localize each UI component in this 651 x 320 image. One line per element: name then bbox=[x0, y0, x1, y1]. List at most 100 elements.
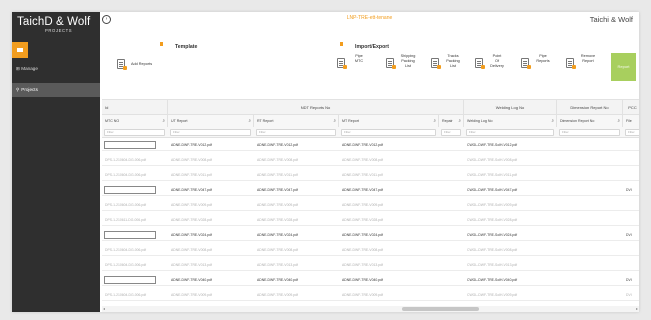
document-icon bbox=[431, 58, 441, 69]
table-cell-file bbox=[623, 214, 639, 226]
table-cell-dimension-report-no bbox=[557, 289, 623, 301]
mtc-no-input-box[interactable] bbox=[104, 276, 156, 284]
column-header-label: UT Report bbox=[171, 119, 188, 123]
table-cell-rt-report: ADNE-DWF-TRE-V013.pdf bbox=[257, 263, 298, 267]
brand-subtitle: PROJECTS bbox=[45, 28, 73, 33]
column-search-icon[interactable]: ⌕ bbox=[551, 115, 554, 127]
table-cell-ut-report: ADNE-DWF-TRE-V013.pdf bbox=[171, 263, 212, 267]
import-export-section-title: Import/Export bbox=[355, 44, 390, 50]
column-header-mt-report[interactable]: MT Report ⌕ bbox=[339, 115, 439, 127]
table-cell-repair bbox=[439, 214, 464, 226]
search-icon: ⚲ bbox=[16, 87, 20, 92]
column-search-icon[interactable]: ⌕ bbox=[162, 115, 165, 127]
table-cell-file: DVI bbox=[626, 278, 632, 282]
document-icon bbox=[566, 58, 576, 69]
table-row[interactable]: ADNE-DWF-TRE-V012.pdf ADNE-DWF-TRE-V012.p… bbox=[102, 139, 639, 151]
mtc-no-input-box[interactable] bbox=[104, 141, 156, 149]
project-title: LNP-TRE-ett-tenane bbox=[346, 15, 393, 21]
table-cell-file bbox=[623, 139, 639, 151]
filter-input-ut-report[interactable]: Filter bbox=[170, 129, 251, 136]
table-cell-repair bbox=[439, 139, 464, 151]
table-cell-repair bbox=[439, 259, 464, 271]
mtc-no-input[interactable] bbox=[102, 229, 168, 241]
tool-label: Shipping Packing List bbox=[400, 54, 416, 68]
filter-input-dimension-report-no[interactable]: Filter bbox=[559, 129, 620, 136]
column-header-rt-report[interactable]: RT Report ⌕ bbox=[254, 115, 339, 127]
table-cell-mt-report: ADNE-DWF-TRE-V008.pdf bbox=[342, 158, 383, 162]
table-cell-mt-report: ADNE-DWF-TRE-V009.pdf bbox=[342, 293, 383, 297]
table-cell-mt-report: ADNE-DWF-TRE-V008.pdf bbox=[342, 248, 383, 252]
table-row[interactable]: DPS-1-210611-DG-006.pdf ADNE-DWF-TRE-V028… bbox=[102, 214, 639, 226]
filter-input-repair[interactable]: Filter bbox=[441, 129, 461, 136]
column-header-file[interactable]: File bbox=[623, 115, 639, 127]
table-row[interactable]: DPS-1-210604-DG-006.pdf ADNE-DWF-TRE-V011… bbox=[102, 169, 639, 181]
column-header-dimension-report-no[interactable]: Dimension Report No ⌕ bbox=[557, 115, 623, 127]
group-pcc-header: PCC bbox=[623, 100, 639, 115]
horizontal-scrollbar[interactable]: ◂ ▸ bbox=[102, 306, 639, 312]
scrollbar-thumb[interactable] bbox=[402, 307, 479, 311]
mtc-no-input-box[interactable] bbox=[104, 231, 156, 239]
group-ndt-reports-header: NDT Reports No bbox=[168, 100, 464, 115]
table-cell-rt-report: ADNE-DWF-TRE-V040.pdf bbox=[257, 278, 298, 282]
mtc-no-input[interactable] bbox=[102, 274, 168, 286]
table-cell-file: DVI bbox=[626, 233, 632, 237]
scroll-left-icon[interactable]: ◂ bbox=[103, 306, 105, 312]
table-cell-ut-report: ADNE-DWF-TRE-V047.pdf bbox=[171, 188, 212, 192]
table-cell-repair bbox=[439, 184, 464, 196]
mtc-no-input[interactable] bbox=[102, 184, 168, 196]
filter-input-rt-report[interactable]: Filter bbox=[256, 129, 336, 136]
column-header-ut-report[interactable]: UT Report ⌕ bbox=[168, 115, 254, 127]
column-header-label: Repair bbox=[442, 119, 453, 123]
table-cell-dimension-report-no bbox=[557, 169, 623, 181]
table-cell-mt-report: ADNE-DWF-TRE-V047.pdf bbox=[342, 188, 383, 192]
table-cell-file bbox=[623, 259, 639, 271]
table-cell-ut-report: ADNE-DWF-TRE-V009.pdf bbox=[171, 203, 212, 207]
filter-input-mtc-no[interactable]: Filter bbox=[104, 129, 165, 136]
brand-name: TaichD & Wolf bbox=[17, 16, 91, 28]
template-marker-icon bbox=[160, 42, 163, 46]
table-cell-rt-report: ADNE-DWF-TRE-V011.pdf bbox=[257, 173, 298, 177]
table-cell-dimension-report-no bbox=[557, 214, 623, 226]
table-cell-welding-log-no: CWGL-DWF-TRE-SolH-V040.pdf bbox=[467, 278, 518, 282]
column-search-icon[interactable]: ⌕ bbox=[333, 115, 336, 127]
column-header-welding-log-no[interactable]: Welding Log No ⌕ bbox=[464, 115, 557, 127]
column-search-icon[interactable]: ⌕ bbox=[248, 115, 251, 127]
report-button[interactable]: Report bbox=[611, 53, 636, 81]
table-row[interactable]: DPS-1-210604-DG-006.pdf ADNE-DWF-TRE-V008… bbox=[102, 154, 639, 166]
table-cell-mt-report: ADNE-DWF-TRE-V012.pdf bbox=[342, 143, 383, 147]
sidebar-item-label: Manage bbox=[21, 66, 38, 71]
column-search-icon[interactable]: ⌕ bbox=[433, 115, 436, 127]
table-cell-repair bbox=[439, 154, 464, 166]
filter-input-file[interactable]: Filter bbox=[625, 129, 639, 136]
column-search-icon[interactable]: ⌕ bbox=[617, 115, 620, 127]
table-row[interactable]: ADNE-DWF-TRE-V024.pdf ADNE-DWF-TRE-V024.p… bbox=[102, 229, 639, 241]
table-row[interactable]: DPS-1-210604-DG-006.pdf ADNE-DWF-TRE-V008… bbox=[102, 244, 639, 256]
column-header-label: MT Report bbox=[342, 119, 359, 123]
sidebar-item-manage[interactable]: ⊞ Manage bbox=[12, 62, 100, 76]
column-header-repair[interactable]: Repair ⌕ bbox=[439, 115, 464, 127]
sidebar-item-projects[interactable]: ⚲ Projects bbox=[12, 83, 100, 97]
filter-input-mt-report[interactable]: Filter bbox=[341, 129, 436, 136]
table-cell-repair bbox=[439, 169, 464, 181]
table-cell-dimension-report-no bbox=[557, 274, 623, 286]
table-cell-ut-report: ADNE-DWF-TRE-V011.pdf bbox=[171, 173, 212, 177]
column-header-mtc-no[interactable]: MTC NO ⌕ bbox=[102, 115, 168, 127]
filter-input-welding-log-no[interactable]: Filter bbox=[466, 129, 554, 136]
group-welding-log-header: Welding Log No bbox=[464, 100, 557, 115]
document-icon bbox=[521, 58, 531, 69]
mtc-no-input-box[interactable] bbox=[104, 186, 156, 194]
scroll-right-icon[interactable]: ▸ bbox=[636, 306, 638, 312]
table-row[interactable]: DPS-1-210604-DG-006.pdf ADNE-DWF-TRE-V009… bbox=[102, 199, 639, 211]
column-search-icon[interactable]: ⌕ bbox=[458, 115, 461, 127]
table-row[interactable]: ADNE-DWF-TRE-V047.pdf ADNE-DWF-TRE-V047.p… bbox=[102, 184, 639, 196]
table-row[interactable]: ADNE-DWF-TRE-V040.pdf ADNE-DWF-TRE-V040.p… bbox=[102, 274, 639, 286]
table-cell-rt-report: ADNE-DWF-TRE-V047.pdf bbox=[257, 188, 298, 192]
table-row[interactable]: DPS-1-210604-DG-006.pdf ADNE-DWF-TRE-V013… bbox=[102, 259, 639, 271]
mtc-no-input[interactable] bbox=[102, 139, 168, 151]
table-cell-rt-report: ADNE-DWF-TRE-V024.pdf bbox=[257, 233, 298, 237]
table-row[interactable]: DPS-1-210604-DG-006.pdf ADNE-DWF-TRE-V009… bbox=[102, 289, 639, 301]
reports-grid: Id NDT Reports No Welding Log No Dimension … bbox=[102, 99, 639, 312]
home-button[interactable] bbox=[12, 42, 28, 58]
table-cell-rt-report: ADNE-DWF-TRE-V008.pdf bbox=[257, 158, 298, 162]
table-cell-file bbox=[623, 244, 639, 256]
